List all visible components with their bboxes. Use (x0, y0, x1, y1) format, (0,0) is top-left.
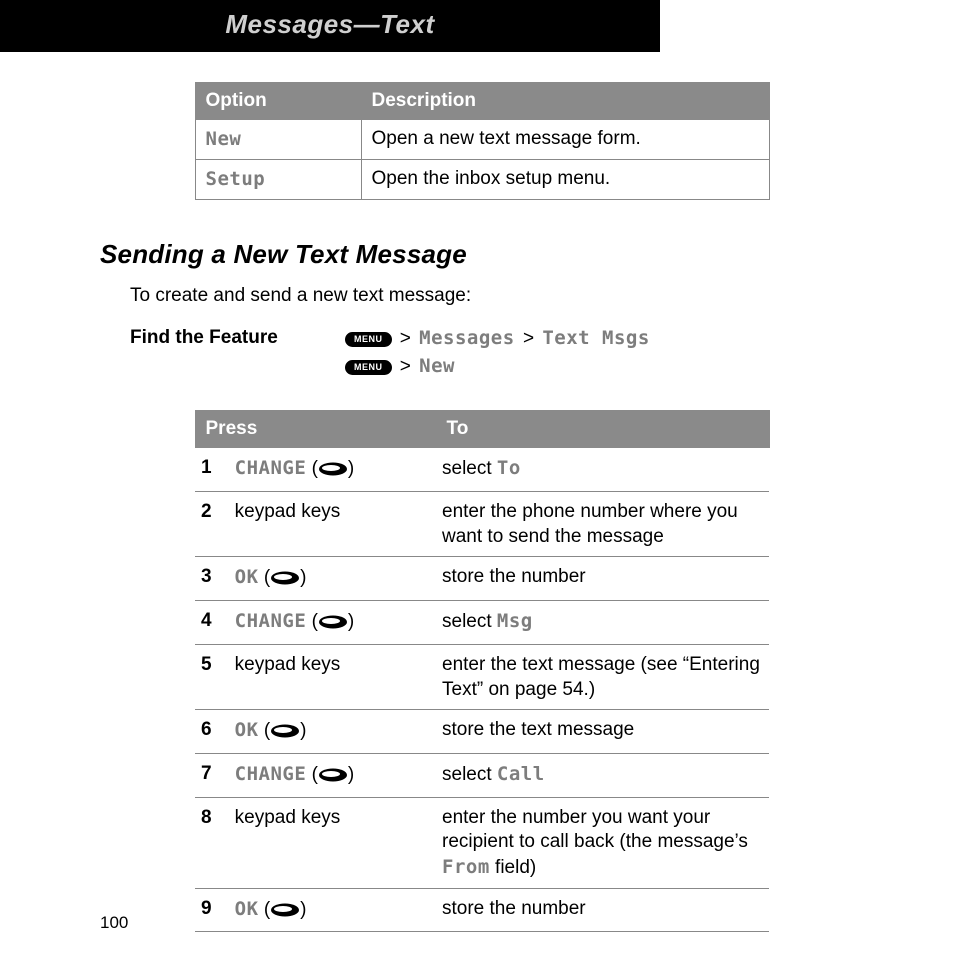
page-header: Messages—Text (0, 0, 660, 52)
step-to-term: Call (497, 763, 545, 785)
table-row: SetupOpen the inbox setup menu. (195, 160, 769, 200)
step-to: select Call (436, 753, 769, 797)
steps-table: Press To 1CHANGE ()select To2keypad keys… (195, 410, 770, 933)
step-number: 4 (195, 601, 229, 645)
step-to-text: enter the phone number where you want to… (442, 501, 738, 547)
step-number: 8 (195, 797, 229, 888)
navigation-path: MENU > Messages > Text Msgs MENU > New (345, 326, 864, 381)
step-press: CHANGE () (229, 601, 436, 645)
soft-key-icon (318, 766, 348, 787)
table-row: 3OK () store the number (195, 557, 769, 601)
steps-head-press: Press (195, 410, 436, 448)
step-press: CHANGE () (229, 448, 436, 492)
step-to: store the text message (436, 710, 769, 754)
section-heading: Sending a New Text Message (100, 238, 864, 272)
step-to-text: select (442, 611, 497, 632)
soft-key-label: OK (235, 566, 259, 588)
option-name: New (195, 120, 361, 160)
table-row: 9OK () store the number (195, 888, 769, 932)
options-head-option: Option (195, 82, 361, 120)
step-number: 7 (195, 753, 229, 797)
step-press: keypad keys (229, 644, 436, 709)
table-row: 6OK () store the text message (195, 710, 769, 754)
step-number: 1 (195, 448, 229, 492)
soft-key-icon (318, 613, 348, 634)
options-head-description: Description (361, 82, 769, 120)
step-to-term: Msg (497, 610, 533, 632)
step-press: keypad keys (229, 492, 436, 557)
step-to-text: store the text message (442, 719, 634, 740)
step-to: store the number (436, 557, 769, 601)
step-number: 2 (195, 492, 229, 557)
step-number: 6 (195, 710, 229, 754)
table-row: 8keypad keysenter the number you want yo… (195, 797, 769, 888)
step-to-text: field) (490, 857, 536, 878)
steps-head-to: To (436, 410, 769, 448)
step-to: enter the text message (see “Entering Te… (436, 644, 769, 709)
step-to-text: store the number (442, 566, 586, 587)
step-to: enter the phone number where you want to… (436, 492, 769, 557)
table-row: 7CHANGE ()select Call (195, 753, 769, 797)
soft-key-label: CHANGE (235, 763, 307, 785)
step-to-term: From (442, 856, 490, 878)
menu-key-icon: MENU (345, 332, 392, 347)
step-number: 9 (195, 888, 229, 932)
step-number: 3 (195, 557, 229, 601)
step-to: store the number (436, 888, 769, 932)
step-to-term: To (497, 457, 521, 479)
table-row: 4CHANGE ()select Msg (195, 601, 769, 645)
nav-item: Messages (419, 327, 515, 349)
soft-key-icon (270, 569, 300, 590)
chevron-right-icon: > (397, 328, 414, 349)
step-to-text: store the number (442, 898, 586, 919)
table-row: 1CHANGE ()select To (195, 448, 769, 492)
table-row: 2keypad keysenter the phone number where… (195, 492, 769, 557)
nav-item: New (419, 355, 455, 377)
soft-key-label: CHANGE (235, 610, 307, 632)
option-description: Open a new text message form. (361, 120, 769, 160)
soft-key-label: OK (235, 719, 259, 741)
intro-text: To create and send a new text message: (130, 284, 864, 309)
step-to-text: select (442, 458, 497, 479)
soft-key-label: OK (235, 898, 259, 920)
step-number: 5 (195, 644, 229, 709)
chevron-right-icon: > (520, 328, 537, 349)
soft-key-label: CHANGE (235, 457, 307, 479)
step-to-text: enter the number you want your recipient… (442, 807, 748, 853)
option-description: Open the inbox setup menu. (361, 160, 769, 200)
menu-key-icon: MENU (345, 360, 392, 375)
step-press: CHANGE () (229, 753, 436, 797)
step-to-text: select (442, 764, 497, 785)
step-to: select To (436, 448, 769, 492)
page-header-title: Messages—Text (225, 9, 434, 39)
step-press: OK () (229, 710, 436, 754)
step-to-text: enter the text message (see “Entering Te… (442, 654, 760, 700)
soft-key-icon (270, 901, 300, 922)
step-to: select Msg (436, 601, 769, 645)
step-press: OK () (229, 888, 436, 932)
page-number: 100 (100, 912, 128, 934)
nav-item: Text Msgs (542, 327, 649, 349)
soft-key-icon (270, 722, 300, 743)
find-the-feature-label: Find the Feature (130, 326, 345, 381)
table-row: NewOpen a new text message form. (195, 120, 769, 160)
step-press: keypad keys (229, 797, 436, 888)
option-name: Setup (195, 160, 361, 200)
table-row: 5keypad keysenter the text message (see … (195, 644, 769, 709)
chevron-right-icon: > (397, 356, 414, 377)
step-press: OK () (229, 557, 436, 601)
step-to: enter the number you want your recipient… (436, 797, 769, 888)
options-table: Option Description NewOpen a new text me… (195, 82, 770, 200)
soft-key-icon (318, 460, 348, 481)
